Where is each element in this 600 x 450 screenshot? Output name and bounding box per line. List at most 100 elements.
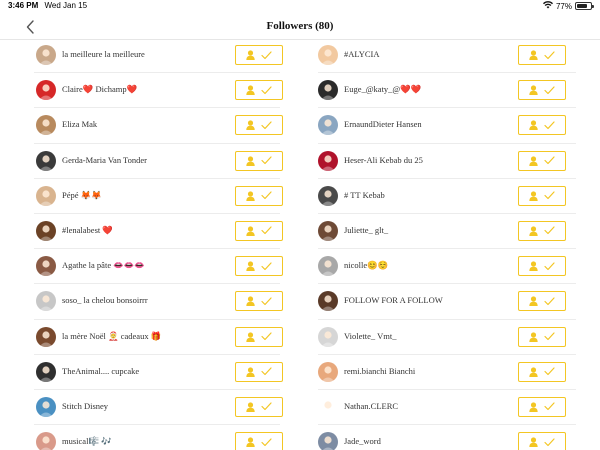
avatar[interactable] bbox=[36, 45, 56, 65]
follower-username[interactable]: Agathe la pâte 👄👄👄 bbox=[62, 260, 145, 271]
follower-username[interactable]: la mère Noël 🤶 cadeaux 🎁 bbox=[62, 331, 161, 342]
checkmark-icon bbox=[261, 121, 272, 130]
following-toggle-button[interactable] bbox=[518, 291, 566, 312]
follower-username[interactable]: Juliette_ glt_ bbox=[344, 225, 388, 235]
follower-username[interactable]: Violette_ Vmt_ bbox=[344, 331, 396, 341]
avatar[interactable] bbox=[36, 80, 56, 101]
follower-row: Euge_@katy_@❤️❤️ bbox=[300, 73, 600, 109]
avatar[interactable] bbox=[318, 256, 338, 277]
follower-username[interactable]: ErnaundDieter Hansen bbox=[344, 119, 422, 129]
avatar[interactable] bbox=[36, 256, 56, 277]
following-toggle-button[interactable] bbox=[518, 326, 566, 347]
follower-row: Eliza Mak bbox=[0, 108, 300, 144]
follower-username[interactable]: Jade_word bbox=[344, 436, 381, 446]
checkmark-icon bbox=[261, 402, 272, 411]
following-toggle-button[interactable] bbox=[235, 361, 283, 382]
follower-username[interactable]: Gerda-Maria Van Tonder bbox=[62, 155, 147, 165]
follower-username[interactable]: Pépé 🦊🦊 bbox=[62, 190, 102, 201]
navigation-bar: Followers (80) bbox=[0, 14, 600, 40]
avatar[interactable] bbox=[36, 220, 56, 241]
avatar[interactable] bbox=[36, 150, 56, 171]
checkmark-icon bbox=[261, 367, 272, 376]
following-toggle-button[interactable] bbox=[235, 45, 283, 65]
following-toggle-button[interactable] bbox=[235, 256, 283, 277]
avatar[interactable] bbox=[318, 326, 338, 347]
avatar[interactable] bbox=[318, 396, 338, 417]
follower-row: #ALYCIA bbox=[300, 38, 600, 74]
following-toggle-button[interactable] bbox=[235, 185, 283, 206]
following-toggle-button[interactable] bbox=[235, 220, 283, 241]
person-icon bbox=[246, 296, 255, 307]
avatar[interactable] bbox=[36, 185, 56, 206]
checkmark-icon bbox=[261, 191, 272, 200]
follower-username[interactable]: Eliza Mak bbox=[62, 119, 97, 129]
follower-row: remi.bianchi Bianchi bbox=[300, 355, 600, 391]
following-toggle-button[interactable] bbox=[518, 45, 566, 65]
follower-row: # TT Kebab bbox=[300, 179, 600, 215]
follower-username[interactable]: Heser-Ali Kebab du 25 bbox=[344, 155, 423, 165]
follower-row: soso_ la chelou bonsoirrr bbox=[0, 284, 300, 320]
avatar[interactable] bbox=[318, 220, 338, 241]
avatar[interactable] bbox=[36, 326, 56, 347]
person-icon bbox=[246, 331, 255, 342]
avatar[interactable] bbox=[318, 115, 338, 136]
follower-username[interactable]: soso_ la chelou bonsoirrr bbox=[62, 295, 148, 305]
checkmark-icon bbox=[544, 121, 555, 130]
following-toggle-button[interactable] bbox=[518, 361, 566, 382]
follower-row: Stitch Disney bbox=[0, 390, 300, 426]
follower-row: Juliette_ glt_ bbox=[300, 214, 600, 250]
follower-username[interactable]: TheAnimal.... cupcake bbox=[62, 366, 139, 376]
follower-row: musical🎼 🎶 bbox=[0, 425, 300, 450]
following-toggle-button[interactable] bbox=[235, 80, 283, 101]
following-toggle-button[interactable] bbox=[518, 80, 566, 101]
following-toggle-button[interactable] bbox=[518, 256, 566, 277]
avatar[interactable] bbox=[318, 185, 338, 206]
following-toggle-button[interactable] bbox=[518, 185, 566, 206]
following-toggle-button[interactable] bbox=[235, 115, 283, 136]
person-icon bbox=[529, 296, 538, 307]
person-icon bbox=[529, 120, 538, 131]
follower-username[interactable]: nicolle😊☺️ bbox=[344, 260, 388, 271]
follower-row: Violette_ Vmt_ bbox=[300, 320, 600, 355]
follower-username[interactable]: Nathan.CLERC bbox=[344, 401, 398, 411]
following-toggle-button[interactable] bbox=[518, 432, 566, 450]
follower-username[interactable]: Claire❤️ Dichamp❤️ bbox=[62, 84, 137, 95]
avatar[interactable] bbox=[318, 291, 338, 312]
checkmark-icon bbox=[544, 367, 555, 376]
following-toggle-button[interactable] bbox=[235, 291, 283, 312]
avatar[interactable] bbox=[36, 291, 56, 312]
following-toggle-button[interactable] bbox=[518, 220, 566, 241]
following-toggle-button[interactable] bbox=[518, 150, 566, 171]
avatar[interactable] bbox=[36, 361, 56, 382]
following-toggle-button[interactable] bbox=[235, 396, 283, 417]
avatar[interactable] bbox=[36, 115, 56, 136]
follower-row: Agathe la pâte 👄👄👄 bbox=[0, 249, 300, 285]
avatar[interactable] bbox=[318, 80, 338, 101]
follower-row: FOLLOW FOR A FOLLOW bbox=[300, 284, 600, 320]
status-date: Wed Jan 15 bbox=[44, 1, 88, 10]
following-toggle-button[interactable] bbox=[518, 396, 566, 417]
avatar[interactable] bbox=[318, 432, 338, 450]
follower-username[interactable]: Euge_@katy_@❤️❤️ bbox=[344, 84, 421, 95]
avatar[interactable] bbox=[318, 45, 338, 65]
following-toggle-button[interactable] bbox=[235, 150, 283, 171]
checkmark-icon bbox=[261, 226, 272, 235]
follower-username[interactable]: FOLLOW FOR A FOLLOW bbox=[344, 295, 443, 305]
follower-username[interactable]: la meilleure la meilleure bbox=[62, 49, 145, 59]
follower-username[interactable]: #ALYCIA bbox=[344, 49, 380, 59]
follower-row: Claire❤️ Dichamp❤️ bbox=[0, 73, 300, 109]
following-toggle-button[interactable] bbox=[518, 115, 566, 136]
follower-username[interactable]: remi.bianchi Bianchi bbox=[344, 366, 415, 376]
avatar[interactable] bbox=[318, 150, 338, 171]
follower-username[interactable]: #lenalabest ❤️ bbox=[62, 225, 113, 236]
following-toggle-button[interactable] bbox=[235, 326, 283, 347]
following-toggle-button[interactable] bbox=[235, 432, 283, 450]
person-icon bbox=[529, 261, 538, 272]
avatar[interactable] bbox=[36, 432, 56, 450]
checkmark-icon bbox=[261, 86, 272, 95]
follower-username[interactable]: musical🎼 🎶 bbox=[62, 436, 112, 447]
avatar[interactable] bbox=[36, 396, 56, 417]
follower-username[interactable]: # TT Kebab bbox=[344, 190, 385, 200]
avatar[interactable] bbox=[318, 361, 338, 382]
follower-username[interactable]: Stitch Disney bbox=[62, 401, 108, 411]
